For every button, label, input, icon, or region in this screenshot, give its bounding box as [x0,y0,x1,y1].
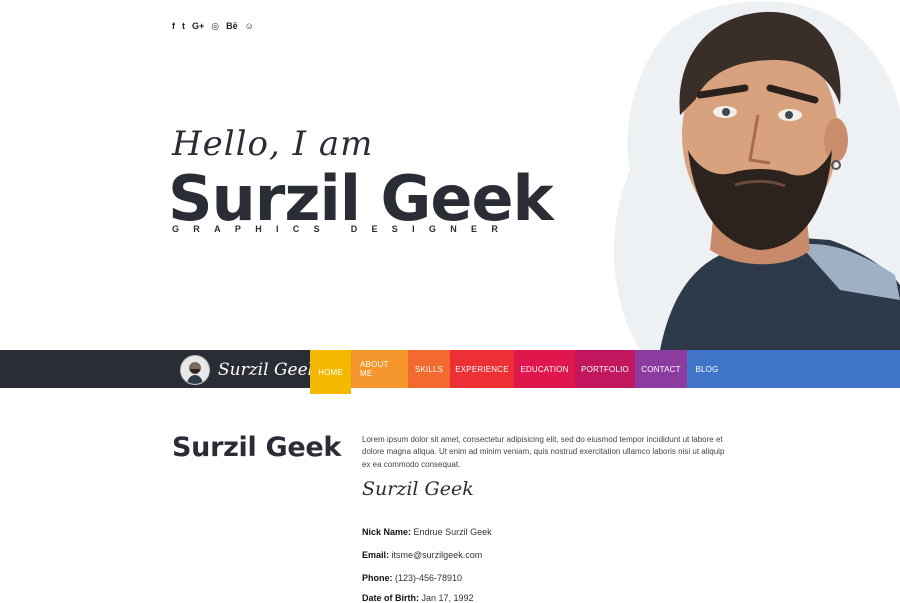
nav-item-blog[interactable]: BLOG [687,350,727,388]
brand-name: Surzil Geek [218,360,318,380]
info-value: Jan 17, 1992 [421,593,474,603]
nav-brand[interactable]: Surzil Geek [180,355,318,385]
info-label: Email: [362,550,390,560]
nav-menu: HOME ABOUT ME SKILLS EXPERIENCE EDUCATIO… [310,350,727,394]
hero-greeting: Hello, I am [172,124,374,164]
portrait-illustration [613,1,900,350]
info-nickname: Nick Name: Endrue Surzil Geek [362,527,492,537]
info-label: Phone: [362,573,393,583]
hero-role: GRAPHICS DESIGNER [172,224,513,234]
info-phone: Phone: (123)-456-78910 [362,573,462,583]
twitter-icon[interactable]: t [182,20,185,32]
info-value[interactable]: itsme@surzilgeek.com [392,550,483,560]
info-label: Nick Name: [362,527,412,537]
about-title: Surzil Geek [172,432,342,463]
avatar [180,355,210,385]
nav-item-experience[interactable]: EXPERIENCE [450,350,514,388]
info-email: Email: itsme@surzilgeek.com [362,550,482,560]
info-birth: Date of Birth: Jan 17, 1992 [362,593,474,603]
about-bio: Lorem ipsum dolor sit amet, consectetur … [362,435,725,469]
nav-item-contact[interactable]: CONTACT [635,350,687,388]
github-icon[interactable]: ☺ [245,20,254,32]
nav-item-about-me[interactable]: ABOUT ME [351,350,408,388]
nav-item-education[interactable]: EDUCATION [514,350,575,388]
info-value: Endrue Surzil Geek [413,527,492,537]
facebook-icon[interactable]: f [172,20,175,32]
info-label: Date of Birth: [362,593,419,603]
signature: Surzil Geek [362,478,474,500]
nav-item-home[interactable]: HOME [310,350,351,394]
nav-item-skills[interactable]: SKILLS [408,350,450,388]
social-links: f t G+ ◎ Bē ☺ [172,20,254,32]
info-value: (123)-456-78910 [395,573,463,583]
nav-item-portfolio[interactable]: PORTFOLIO [575,350,635,388]
dribbble-icon[interactable]: ◎ [211,20,219,32]
behance-icon[interactable]: Bē [226,20,238,32]
avatar-portrait-icon [187,362,203,384]
google-plus-icon[interactable]: G+ [192,20,204,32]
